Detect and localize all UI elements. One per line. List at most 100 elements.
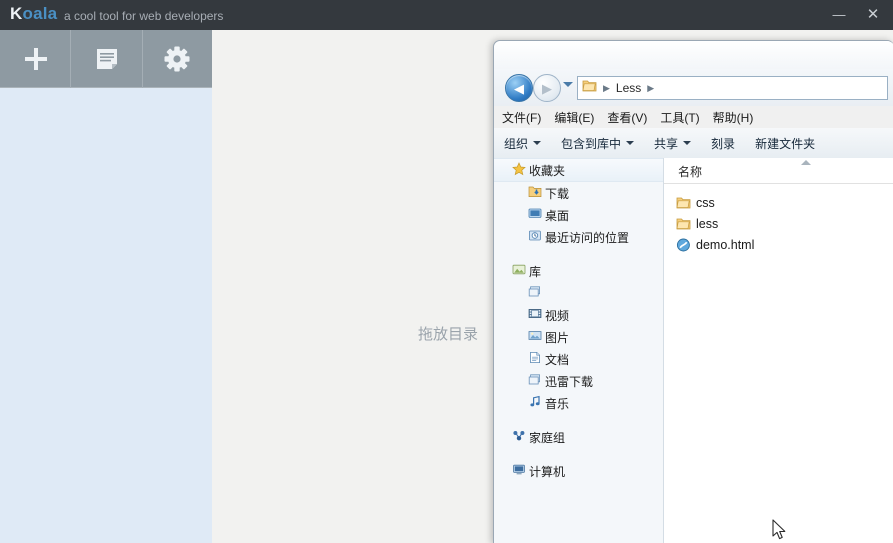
app-logo-initial: K	[10, 4, 23, 23]
tree-item-label: 收藏夹	[529, 163, 566, 178]
file-list-top-padding	[664, 184, 893, 192]
tree-section-gap	[494, 414, 663, 426]
tree-item-downloads[interactable]: 下载	[494, 182, 663, 204]
screen: 拖放目录 Koala a cool tool for web developer…	[0, 0, 893, 543]
list-item[interactable]: css	[664, 192, 893, 213]
settings-button[interactable]	[141, 30, 212, 88]
file-explorer-window[interactable]: ◀ ▶ ▶ Less ▶ 文件(F) 编辑(E) 查看(V) 工具(T) 帮助(…	[493, 40, 893, 543]
tree-item-favorites[interactable]: 收藏夹	[494, 158, 663, 182]
list-item[interactable]: demo.html	[664, 234, 893, 255]
explorer-file-list[interactable]: 名称 css less demo.html	[664, 158, 893, 543]
explorer-body: 收藏夹 下载 桌面 最近访问的位置 库 视频 图片 文档 迅雷下载 音乐 家庭组…	[494, 158, 893, 543]
forward-arrow-icon: ▶	[542, 80, 552, 96]
koala-toolbar	[0, 30, 212, 88]
breadcrumb-separator-1: ▶	[603, 82, 610, 93]
back-button[interactable]: ◀	[505, 74, 533, 102]
include-in-library-button[interactable]: 包含到库中	[551, 135, 644, 152]
organize-button[interactable]: 组织	[494, 135, 551, 152]
tree-item-videos[interactable]: 视频	[494, 304, 663, 326]
tree-item-thunder-download[interactable]: 迅雷下载	[494, 370, 663, 392]
menu-tools[interactable]: 工具(T)	[660, 109, 699, 126]
breadcrumb-separator-2[interactable]: ▶	[647, 83, 654, 93]
video-icon	[528, 307, 545, 323]
library-item-icon	[528, 285, 545, 301]
list-item-label: less	[696, 216, 719, 231]
drop-hint-text: 拖放目录	[418, 326, 479, 343]
explorer-navigation-pane[interactable]: 收藏夹 下载 桌面 最近访问的位置 库 视频 图片 文档 迅雷下载 音乐 家庭组…	[494, 158, 664, 543]
share-label: 共享	[654, 136, 679, 151]
tree-item-music[interactable]: 音乐	[494, 392, 663, 414]
menu-file[interactable]: 文件(F)	[502, 109, 541, 126]
minimize-button[interactable]: —	[823, 0, 855, 30]
downloads-icon	[528, 185, 545, 201]
chevron-down-icon	[626, 141, 635, 145]
chevron-down-icon[interactable]	[563, 82, 573, 87]
menu-view[interactable]: 查看(V)	[607, 109, 647, 126]
organize-label: 组织	[504, 136, 529, 151]
tree-item-label: 库	[529, 264, 542, 279]
tree-item-label: 文档	[545, 352, 570, 367]
app-tagline: a cool tool for web developers	[64, 9, 224, 23]
explorer-navigation-bar: ◀ ▶ ▶ Less ▶	[494, 69, 893, 106]
log-button[interactable]	[70, 30, 143, 88]
tree-item-desktop[interactable]: 桌面	[494, 204, 663, 226]
star-icon	[512, 161, 529, 179]
tree-item-recent-places[interactable]: 最近访问的位置	[494, 226, 663, 248]
tree-item-label: 图片	[545, 330, 570, 345]
app-logo-rest: oala	[22, 4, 58, 23]
menu-edit[interactable]: 编辑(E)	[554, 109, 594, 126]
column-header-name[interactable]: 名称	[678, 163, 702, 180]
forward-button[interactable]: ▶	[533, 74, 561, 102]
tree-item-label: 视频	[545, 308, 570, 323]
address-bar[interactable]: ▶ Less ▶	[577, 76, 888, 100]
thunder-download-icon	[528, 373, 545, 389]
include-in-library-label: 包含到库中	[561, 136, 622, 151]
add-project-button[interactable]	[0, 30, 71, 88]
tree-item-homegroup[interactable]: 家庭组	[494, 426, 663, 448]
tree-item-label: 家庭组	[529, 430, 566, 445]
folder-icon	[676, 217, 696, 230]
close-button[interactable]: ✕	[857, 0, 889, 30]
chevron-down-icon	[683, 141, 692, 145]
tree-item-library-generic[interactable]	[494, 282, 663, 304]
tree-item-pictures[interactable]: 图片	[494, 326, 663, 348]
tree-item-label: 音乐	[545, 396, 570, 411]
tree-item-libraries[interactable]: 库	[494, 260, 663, 282]
burn-button[interactable]: 刻录	[701, 135, 745, 152]
tree-item-documents[interactable]: 文档	[494, 348, 663, 370]
koala-titlebar: Koala a cool tool for web developers — ✕	[0, 0, 893, 30]
documents-icon	[528, 351, 545, 367]
tree-item-label: 桌面	[545, 208, 570, 223]
breadcrumb-item-less[interactable]: Less	[616, 81, 641, 95]
music-icon	[528, 395, 545, 411]
tree-item-label: 下载	[545, 186, 570, 201]
list-item-label: demo.html	[696, 237, 755, 252]
tree-item-label: 计算机	[529, 464, 566, 479]
tree-item-label: 迅雷下载	[545, 374, 594, 389]
tree-section-gap	[494, 248, 663, 260]
list-item-label: css	[696, 195, 715, 210]
plus-icon	[22, 45, 50, 73]
tree-item-label: 最近访问的位置	[545, 230, 630, 245]
mouse-pointer-icon	[772, 519, 788, 543]
folder-icon	[676, 196, 696, 209]
back-arrow-icon: ◀	[514, 80, 524, 96]
file-list-column-header[interactable]: 名称	[664, 158, 893, 184]
gear-icon	[163, 45, 191, 73]
library-icon	[512, 263, 529, 279]
koala-project-sidebar[interactable]	[0, 88, 212, 543]
log-document-icon	[94, 46, 120, 72]
chevron-down-icon	[533, 141, 542, 145]
explorer-menubar: 文件(F) 编辑(E) 查看(V) 工具(T) 帮助(H)	[494, 106, 893, 129]
new-folder-button[interactable]: 新建文件夹	[745, 135, 825, 152]
sort-ascending-icon	[801, 160, 811, 165]
explorer-titlebar	[494, 41, 893, 69]
menu-help[interactable]: 帮助(H)	[713, 109, 754, 126]
recent-places-icon	[528, 229, 545, 245]
desktop-icon	[528, 207, 545, 223]
list-item[interactable]: less	[664, 213, 893, 234]
tree-item-computer[interactable]: 计算机	[494, 460, 663, 482]
share-button[interactable]: 共享	[644, 135, 701, 152]
html-file-icon	[676, 238, 696, 252]
computer-icon	[512, 463, 529, 479]
